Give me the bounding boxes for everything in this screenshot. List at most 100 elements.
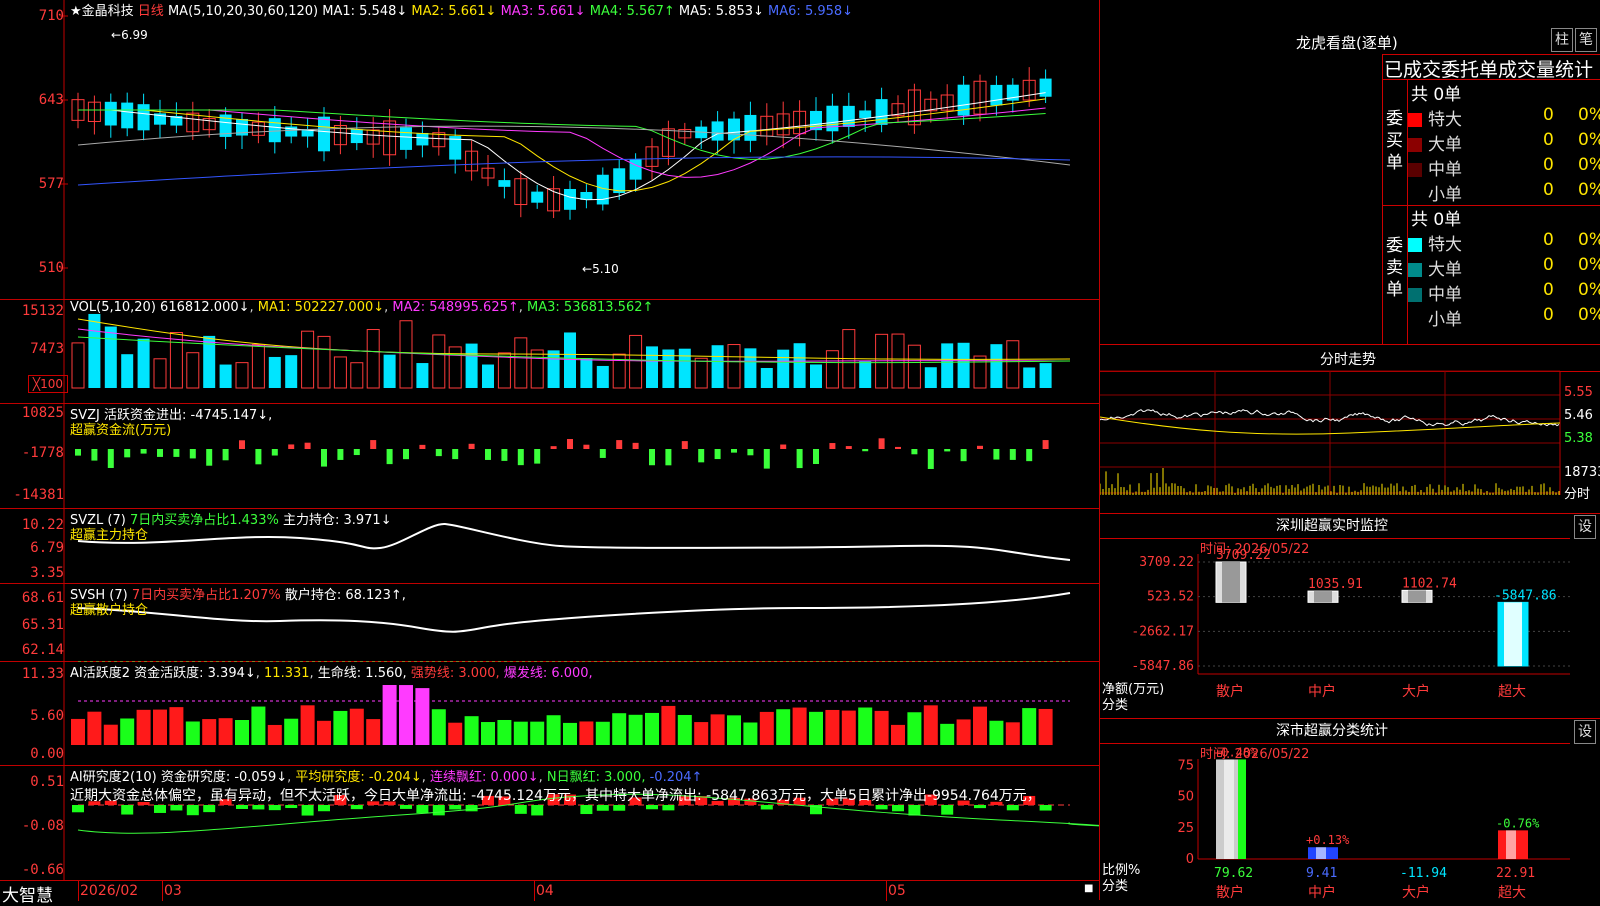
flow-bar	[124, 449, 131, 458]
row-label: 大单	[1428, 260, 1462, 280]
brand-label[interactable]: 大智慧	[2, 881, 53, 906]
bottom-bar: 大智慧 2026/02 03 04 05 ■	[0, 880, 1099, 906]
activity-bar	[169, 707, 184, 745]
bar-mode-button[interactable]: 柱	[1551, 28, 1573, 52]
sh-top-label: +0.48%	[1214, 745, 1258, 759]
sz-bar-chart[interactable]: 3709.22 523.52 -2662.17 -5847.86 3709.22 散户 10…	[1100, 514, 1600, 719]
low-price-label: ←5.10	[582, 262, 619, 276]
volume-bar	[859, 361, 872, 388]
research-bar	[760, 805, 773, 810]
sh-y-tick: 25	[1177, 821, 1194, 836]
flow-bar	[353, 449, 360, 456]
sh-bar-chart[interactable]: 75 50 25 0 +0.48% 79.62 散户 +0.13% 9.41 中户 -11.94 大户…	[1100, 719, 1600, 901]
activity-bar	[989, 720, 1004, 745]
kline-pane[interactable]: ★金晶科技 日线 MA(5,10,20,30,60,120) MA1: 5.54…	[0, 0, 1099, 300]
flow-bar	[567, 439, 573, 449]
ai-active-v1: 资金活跃度: 3.394↓	[134, 666, 256, 681]
activity-bar	[382, 684, 397, 745]
volume-bar	[727, 344, 741, 389]
ma1-value: MA1: 5.548↓	[322, 4, 408, 19]
activity-bar	[645, 712, 659, 745]
ai-research-comment: 近期大资金总体偏空，虽有异动，但不太活跃，今日大单净流出: -4745.124万…	[70, 788, 1041, 804]
volume-bar	[383, 354, 396, 388]
volume-bar	[760, 367, 773, 388]
sz-category-label: 中户	[1308, 683, 1336, 700]
volume-bar	[646, 346, 658, 388]
svzl-y-tick: 3.35	[30, 565, 64, 581]
research-bar	[285, 805, 298, 809]
flow-bar	[337, 449, 344, 460]
research-bar	[941, 805, 954, 815]
research-bar	[350, 805, 363, 810]
activity-bar	[841, 710, 856, 745]
flow-bar	[239, 440, 245, 449]
flow-bar	[796, 449, 803, 469]
activity-bar	[595, 721, 610, 745]
activity-bar	[284, 718, 299, 745]
flow-bar	[419, 444, 426, 449]
svsh-y-tick: 68.61	[21, 590, 64, 606]
sh-stats-panel[interactable]: 深市超赢分类统计 设 时间: 2026/05/22 75 50 25 0 +0.48% 7…	[1100, 718, 1600, 901]
activity-bar	[120, 718, 135, 745]
flow-bar	[157, 449, 163, 457]
sh-value-label: 9.41	[1306, 866, 1337, 881]
volume-unit[interactable]: ╳100	[28, 375, 68, 393]
ai-active-title-row: AI活跃度2 资金活跃度: 3.394↓, 11.331, 生命线: 1.560…	[70, 666, 593, 681]
flow-bar	[91, 449, 98, 461]
svsh-pane[interactable]: SVSH (7) 7日内买卖净占比1.207% 散户持仓: 68.123↑, 超…	[0, 583, 1099, 662]
volume-bar	[71, 342, 85, 389]
flow-bar	[944, 449, 951, 452]
tick-mode-button[interactable]: 笔	[1575, 28, 1597, 52]
flow-bar	[649, 449, 655, 466]
volume-bar	[564, 332, 576, 388]
svzj-pane[interactable]: SVZJ 活跃资金进出: -4745.147↓, 超赢资金流(万元) 10825…	[0, 403, 1099, 509]
buy-row-l: 大单 0 0%	[1408, 130, 1600, 155]
intraday-vol-unit: 分时	[1564, 487, 1591, 502]
ai-active-pane[interactable]: AI活跃度2 资金活跃度: 3.394↓, 11.331, 生命线: 1.560…	[0, 661, 1099, 766]
flow-bar	[895, 446, 901, 449]
activity-bar	[530, 721, 545, 745]
intraday-tick: 5.55	[1564, 385, 1593, 400]
ai-research-y-tick: -0.08	[21, 818, 64, 834]
ai-active-title: AI活跃度2	[70, 666, 130, 681]
candle-body	[957, 84, 970, 116]
candle-body	[564, 188, 576, 210]
sh-bar-highlight	[1316, 847, 1326, 859]
sh-value-label: 22.91	[1496, 866, 1535, 881]
volume-bar	[137, 338, 150, 388]
flow-bar	[681, 441, 688, 449]
volume-pane[interactable]: VOL(5,10,20) 616812.000↓, MA1: 502227.00…	[0, 299, 1099, 404]
research-bar	[318, 805, 330, 812]
ai-research-v1: 资金研究度: -0.059↓	[160, 770, 288, 785]
intraday-chart[interactable]	[1100, 345, 1600, 513]
volume-bar	[990, 344, 1003, 388]
ma4-value: MA4: 5.567↑	[589, 4, 675, 19]
svzj-y-tick: -14381	[13, 487, 64, 503]
svzl-ratio: 7日内买卖净占比1.433%	[129, 513, 279, 528]
flow-bar	[206, 449, 213, 466]
ai-research-pane[interactable]: AI研究度2(10) 资金研究度: -0.059↓, 平均研究度: -0.204…	[0, 765, 1099, 881]
low-price-value: 5.10	[592, 262, 619, 276]
row-value: 0	[1543, 255, 1554, 275]
sz-monitor-panel[interactable]: 深圳超赢实时监控 设 时间: 2026/05/22 3709.22 523.52-…	[1100, 513, 1600, 719]
svzl-pane[interactable]: SVZL (7) 7日内买卖净占比1.433% 主力持仓: 3.971↓ 超赢主…	[0, 508, 1099, 584]
research-bar	[465, 805, 478, 812]
row-pct: 0%	[1578, 105, 1600, 125]
flow-bar	[960, 449, 967, 462]
intraday-panel[interactable]: 分时走势 5.55 5.46 5.38 18733 分时	[1100, 345, 1600, 513]
period-label[interactable]: 日线	[138, 4, 164, 19]
date-label: 2026/02	[80, 883, 139, 899]
volume-bar	[432, 334, 446, 389]
research-bar	[580, 805, 593, 815]
candle-body	[596, 174, 609, 205]
row-pct: 0%	[1578, 130, 1600, 150]
row-value: 0	[1543, 180, 1554, 200]
flow-bar	[550, 446, 557, 449]
flow-bar	[485, 449, 491, 460]
ai-research-v5: -0.204↑	[649, 770, 703, 785]
volume-bar	[317, 335, 331, 389]
flow-bar	[977, 445, 983, 449]
research-bar	[154, 805, 166, 813]
lock-icon[interactable]: ■	[1084, 883, 1093, 894]
kline-chart[interactable]	[0, 0, 1099, 299]
